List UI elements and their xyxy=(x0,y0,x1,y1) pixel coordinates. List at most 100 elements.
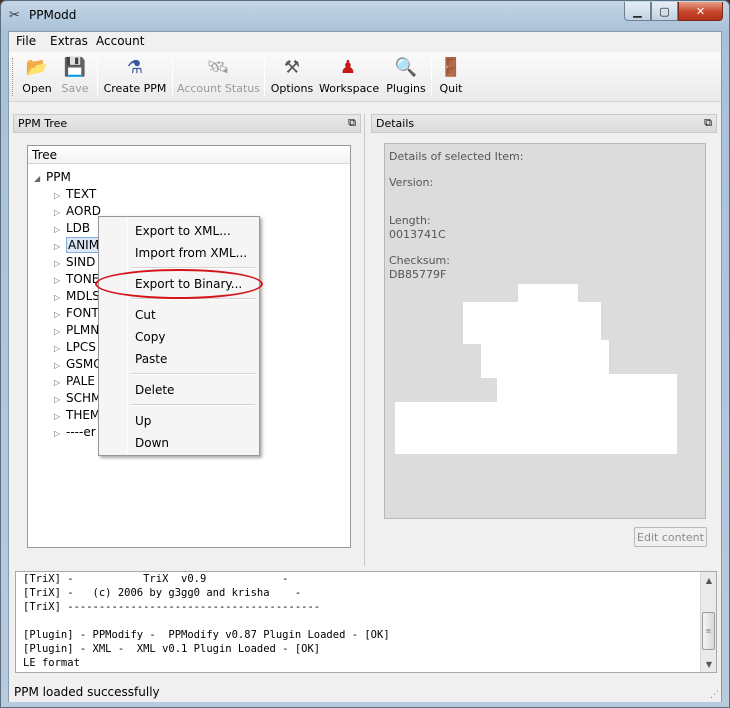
save-button[interactable]: 💾 Save xyxy=(57,56,93,100)
account-status-button[interactable]: 🛰 Account Status xyxy=(177,56,260,100)
tree-column-header[interactable]: Tree xyxy=(28,146,350,164)
log-scrollbar[interactable]: ▲ ≡ ▼ xyxy=(700,572,716,672)
person-icon: ♟ xyxy=(339,57,357,78)
tree-root[interactable]: ◢ PPM xyxy=(34,170,71,187)
menu-file[interactable]: File xyxy=(16,34,36,48)
menu-separator xyxy=(131,404,255,406)
expand-down-icon[interactable]: ◢ xyxy=(34,174,46,183)
create-ppm-button[interactable]: ⚗ Create PPM xyxy=(103,56,167,100)
expand-right-icon[interactable]: ▷ xyxy=(54,327,66,336)
menu-separator xyxy=(131,373,255,375)
quit-button[interactable]: 🚪 Quit xyxy=(436,56,466,100)
menu-paste[interactable]: Paste xyxy=(135,352,167,366)
tree-item-label: PLMN xyxy=(66,323,100,337)
open-button[interactable]: 📂 Open xyxy=(19,56,55,100)
disk-icon: 💾 xyxy=(63,57,87,78)
tree-item-label: PALE xyxy=(66,374,95,388)
dock-icon[interactable]: ⧉ xyxy=(348,116,356,130)
scroll-down-icon[interactable]: ▼ xyxy=(701,656,717,672)
options-button[interactable]: ⚒ Options xyxy=(269,56,315,100)
menu-account[interactable]: Account xyxy=(96,34,144,48)
expand-right-icon[interactable]: ▷ xyxy=(54,276,66,285)
tree-panel-title: PPM Tree xyxy=(18,117,68,130)
menu-bar: File Extras Account xyxy=(9,32,721,51)
menu-cut[interactable]: Cut xyxy=(135,308,156,322)
plugins-button[interactable]: 🔍 Plugins xyxy=(385,56,427,100)
close-button[interactable]: ✕ xyxy=(678,2,723,21)
length-value: 0013741C xyxy=(389,228,446,241)
toolbar-separator xyxy=(431,58,432,96)
menu-import-xml[interactable]: Import from XML... xyxy=(135,246,247,260)
workspace-button[interactable]: ♟ Workspace xyxy=(319,56,379,100)
maximize-button[interactable]: ▢ xyxy=(651,2,678,21)
tree-item[interactable]: ▷ MDLS xyxy=(54,289,100,306)
tree-item-label: TEXT xyxy=(66,187,97,201)
menu-delete[interactable]: Delete xyxy=(135,383,174,397)
expand-right-icon[interactable]: ▷ xyxy=(54,225,66,234)
tree-item[interactable]: ▷ THEM xyxy=(54,408,100,425)
menu-down[interactable]: Down xyxy=(135,436,169,450)
tree-item-label: LDB xyxy=(66,221,91,235)
expand-right-icon[interactable]: ▷ xyxy=(54,259,66,268)
expand-right-icon[interactable]: ▷ xyxy=(54,191,66,200)
tree-item-label: SIND xyxy=(66,255,96,269)
tree-item[interactable]: ▷ FONT xyxy=(54,306,99,323)
edit-content-button[interactable]: Edit content xyxy=(634,527,707,547)
details-heading: Details of selected Item: xyxy=(389,150,524,163)
expand-right-icon[interactable]: ▷ xyxy=(54,412,66,421)
log-output[interactable]: [TriX] - TriX v0.9 - [TriX] - (c) 2006 by… xyxy=(15,571,717,673)
toolbar-separator xyxy=(264,58,265,96)
details-panel-title: Details xyxy=(376,117,415,130)
redaction-patch xyxy=(481,340,609,378)
tree-item-label: GSMC xyxy=(66,357,102,371)
length-label: Length: xyxy=(389,214,431,227)
menu-export-xml[interactable]: Export to XML... xyxy=(135,224,231,238)
redaction-patch xyxy=(463,302,601,344)
tree-item[interactable]: ▷ LPCS xyxy=(54,340,96,357)
dock-icon[interactable]: ⧉ xyxy=(704,116,712,130)
tree-item[interactable]: ▷ TONE xyxy=(54,272,99,289)
title-bar[interactable]: ✂ PPModd ▁ ▢ ✕ xyxy=(1,1,729,31)
expand-right-icon[interactable]: ▷ xyxy=(54,395,66,404)
expand-right-icon[interactable]: ▷ xyxy=(54,361,66,370)
toolbar-separator xyxy=(97,58,98,96)
menu-icon-gutter xyxy=(127,219,128,453)
tree-item[interactable]: ▷ ANIM xyxy=(54,237,102,255)
expand-right-icon[interactable]: ▷ xyxy=(54,344,66,353)
expand-right-icon[interactable]: ▷ xyxy=(54,378,66,387)
tree-item-label: FONT xyxy=(66,306,99,320)
tree-item[interactable]: ▷ PALE xyxy=(54,374,95,391)
expand-right-icon[interactable]: ▷ xyxy=(54,208,66,217)
magnifier-icon: 🔍 xyxy=(394,57,418,78)
status-bar: PPM loaded successfully ⋰ xyxy=(9,682,721,702)
log-line: [TriX] - TriX v0.9 - xyxy=(23,573,289,585)
menu-copy[interactable]: Copy xyxy=(135,330,165,344)
expand-right-icon[interactable]: ▷ xyxy=(54,310,66,319)
panel-splitter[interactable] xyxy=(364,114,365,566)
tree-item[interactable]: ▷ PLMN xyxy=(54,323,99,340)
scroll-thumb[interactable]: ≡ xyxy=(702,612,715,650)
tree-item[interactable]: ▷ AORD xyxy=(54,204,101,221)
minimize-button[interactable]: ▁ xyxy=(624,2,651,21)
scroll-up-icon[interactable]: ▲ xyxy=(701,572,717,588)
tree-item-label: THEM xyxy=(66,408,101,422)
expand-right-icon[interactable]: ▷ xyxy=(54,242,66,251)
satellite-icon: 🛰 xyxy=(206,57,230,78)
tree-item[interactable]: ▷ GSMC xyxy=(54,357,102,374)
tree-item-label: SCHM xyxy=(66,391,102,405)
expand-right-icon[interactable]: ▷ xyxy=(54,293,66,302)
resize-grip-icon[interactable]: ⋰ xyxy=(710,690,719,700)
tree-item[interactable]: ▷ ----er xyxy=(54,425,96,442)
tree-item[interactable]: ▷ TEXT xyxy=(54,187,96,204)
tree-item-label: LPCS xyxy=(66,340,96,354)
menu-extras[interactable]: Extras xyxy=(50,34,88,48)
log-line: LE format xyxy=(23,657,80,669)
tree-item[interactable]: ▷ LDB xyxy=(54,221,90,238)
tree-item[interactable]: ▷ SIND xyxy=(54,255,95,272)
app-window: ✂ PPModd ▁ ▢ ✕ File Extras Account 📂 Ope… xyxy=(0,0,730,708)
window-title: PPModd xyxy=(29,8,77,22)
toolbar-grip[interactable] xyxy=(12,58,15,96)
expand-right-icon[interactable]: ▷ xyxy=(54,429,66,438)
menu-up[interactable]: Up xyxy=(135,414,151,428)
tree-item[interactable]: ▷ SCHM xyxy=(54,391,101,408)
